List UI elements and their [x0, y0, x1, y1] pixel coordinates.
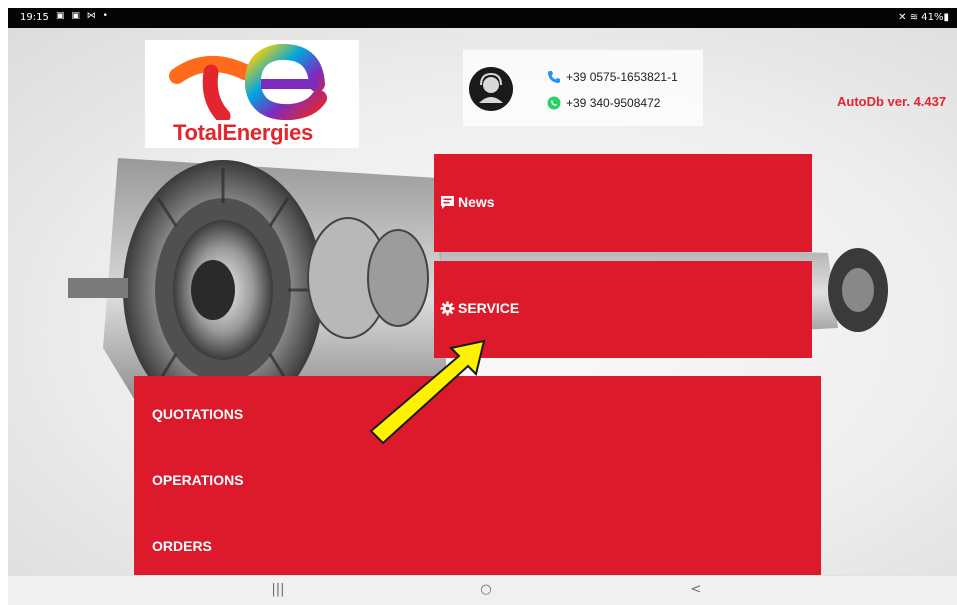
whatsapp-icon: [547, 96, 561, 110]
status-bar: 19:15 ▣ ▣ ⋈ • ✕ ≋ 41%▮: [8, 8, 957, 28]
main-menu-panel: QUOTATIONS OPERATIONS ORDERS: [134, 376, 821, 575]
chat-icon: [441, 195, 454, 209]
whatsapp-number[interactable]: +39 340-9508472: [566, 96, 660, 110]
device-frame: 19:15 ▣ ▣ ⋈ • ✕ ≋ 41%▮ TotalEnergies +39…: [0, 0, 957, 605]
totalenergies-logo: TotalEnergies: [145, 40, 359, 148]
logo-wordmark: TotalEnergies: [173, 120, 313, 145]
android-nav-bar: ||| ○ <: [8, 575, 957, 605]
status-time: 19:15: [20, 12, 49, 23]
back-button[interactable]: <: [684, 582, 708, 600]
notification-icons: ▣ ▣ ⋈ •: [56, 11, 110, 21]
contact-card: +39 0575-1653821-1 +39 340-9508472: [463, 50, 703, 126]
news-label: News: [458, 194, 495, 210]
menu-item-quotations[interactable]: QUOTATIONS: [152, 406, 243, 422]
home-button[interactable]: ○: [474, 582, 498, 600]
service-tile[interactable]: SERVICE: [434, 261, 812, 358]
service-label: SERVICE: [458, 300, 520, 316]
phone-number[interactable]: +39 0575-1653821-1: [566, 70, 678, 84]
tablet-screen: 19:15 ▣ ▣ ⋈ • ✕ ≋ 41%▮ TotalEnergies +39…: [8, 8, 957, 605]
totalenergies-logo-mark: [169, 44, 327, 120]
status-right-icons: ✕ ≋ 41%▮: [898, 12, 949, 23]
phone-icon: [548, 71, 560, 83]
recent-apps-button[interactable]: |||: [266, 582, 290, 600]
news-tile[interactable]: News: [434, 154, 812, 252]
menu-item-orders[interactable]: ORDERS: [152, 538, 212, 554]
news-tile-label: News: [440, 194, 495, 210]
whatsapp-number-row[interactable]: +39 340-9508472: [547, 96, 660, 110]
service-tile-label: SERVICE: [440, 300, 519, 316]
menu-item-operations[interactable]: OPERATIONS: [152, 472, 244, 488]
app-version-label: AutoDb ver. 4.437: [837, 94, 947, 109]
gear-icon: [440, 301, 455, 315]
app-content: TotalEnergies +39 0575-1653821-1 +39 340…: [8, 28, 957, 575]
support-agent-icon[interactable]: [469, 67, 513, 111]
phone-number-row[interactable]: +39 0575-1653821-1: [547, 70, 678, 84]
